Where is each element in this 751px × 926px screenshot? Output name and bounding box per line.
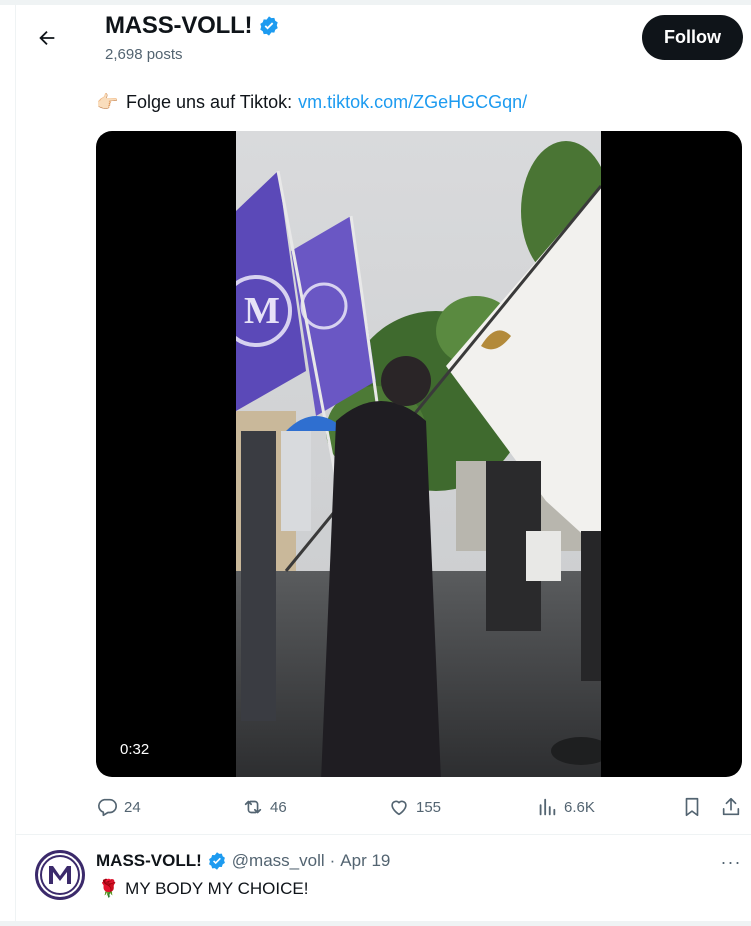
reply-count: 24 <box>124 798 141 816</box>
more-options-button[interactable]: ··· <box>718 851 744 873</box>
reply-text: 🌹 MY BODY MY CHOICE! <box>98 879 308 899</box>
heart-icon <box>391 800 407 816</box>
tweet-detail-page: MASS-VOLL! 2,698 posts Follow 👉🏻 Folge u… <box>0 0 751 926</box>
tweet-actions: 24 46 155 6.6K <box>96 793 742 821</box>
column-border <box>15 5 16 926</box>
reply-bubble-icon <box>98 798 117 817</box>
like-count: 155 <box>416 798 442 816</box>
share-button[interactable] <box>720 793 742 821</box>
bookmark-icon <box>685 797 699 817</box>
top-divider <box>0 0 751 5</box>
repost-icon <box>244 800 262 814</box>
video-frame: M <box>236 131 601 777</box>
like-button[interactable]: 155 <box>388 793 441 821</box>
views-count: 6.6K <box>564 798 595 816</box>
video-player[interactable]: M <box>96 131 742 777</box>
tweet-text: 👉🏻 Folge uns auf Tiktok: vm.tiktok.com/Z… <box>96 92 527 113</box>
pointing-hand-icon: 👉🏻 <box>96 92 119 112</box>
repost-count: 46 <box>270 798 287 816</box>
back-button[interactable] <box>28 19 66 57</box>
video-duration: 0:32 <box>116 739 154 760</box>
arrow-left-icon <box>39 30 55 46</box>
repost-button[interactable]: 46 <box>242 793 287 821</box>
video-still: M <box>236 131 601 777</box>
page-title: MASS-VOLL! <box>105 12 253 39</box>
reply-date[interactable]: Apr 19 <box>340 851 390 871</box>
reply-separator: · <box>329 851 336 870</box>
reply-author-name[interactable]: MASS-VOLL! <box>96 851 202 871</box>
reply-text-content: MY BODY MY CHOICE! <box>125 879 309 898</box>
follow-button[interactable]: Follow <box>642 15 743 60</box>
verified-badge-icon <box>260 16 279 36</box>
reply-button[interactable]: 24 <box>96 793 141 821</box>
section-divider <box>15 834 751 835</box>
mass-voll-logo-icon <box>40 855 80 895</box>
bookmark-button[interactable] <box>681 793 703 821</box>
bottom-divider <box>0 921 751 926</box>
svg-text:M: M <box>244 290 280 332</box>
views-button[interactable]: 6.6K <box>536 793 595 821</box>
rose-icon: 🌹 <box>98 879 120 898</box>
avatar[interactable] <box>35 850 85 900</box>
reply-header: MASS-VOLL! @mass_voll · Apr 19 <box>96 851 390 871</box>
views-bar-chart-icon <box>539 798 556 816</box>
tiktok-link[interactable]: vm.tiktok.com/ZGeHGCGqn/ <box>298 92 527 113</box>
profile-header: MASS-VOLL! <box>105 12 280 40</box>
verified-badge-icon <box>208 852 225 870</box>
tweet-text-prefix: Folge uns auf Tiktok: <box>126 92 293 112</box>
share-icon <box>722 797 740 816</box>
more-dots-icon: ··· <box>720 851 742 872</box>
post-count: 2,698 posts <box>105 46 183 63</box>
reply-author-handle[interactable]: @mass_voll <box>232 851 325 871</box>
